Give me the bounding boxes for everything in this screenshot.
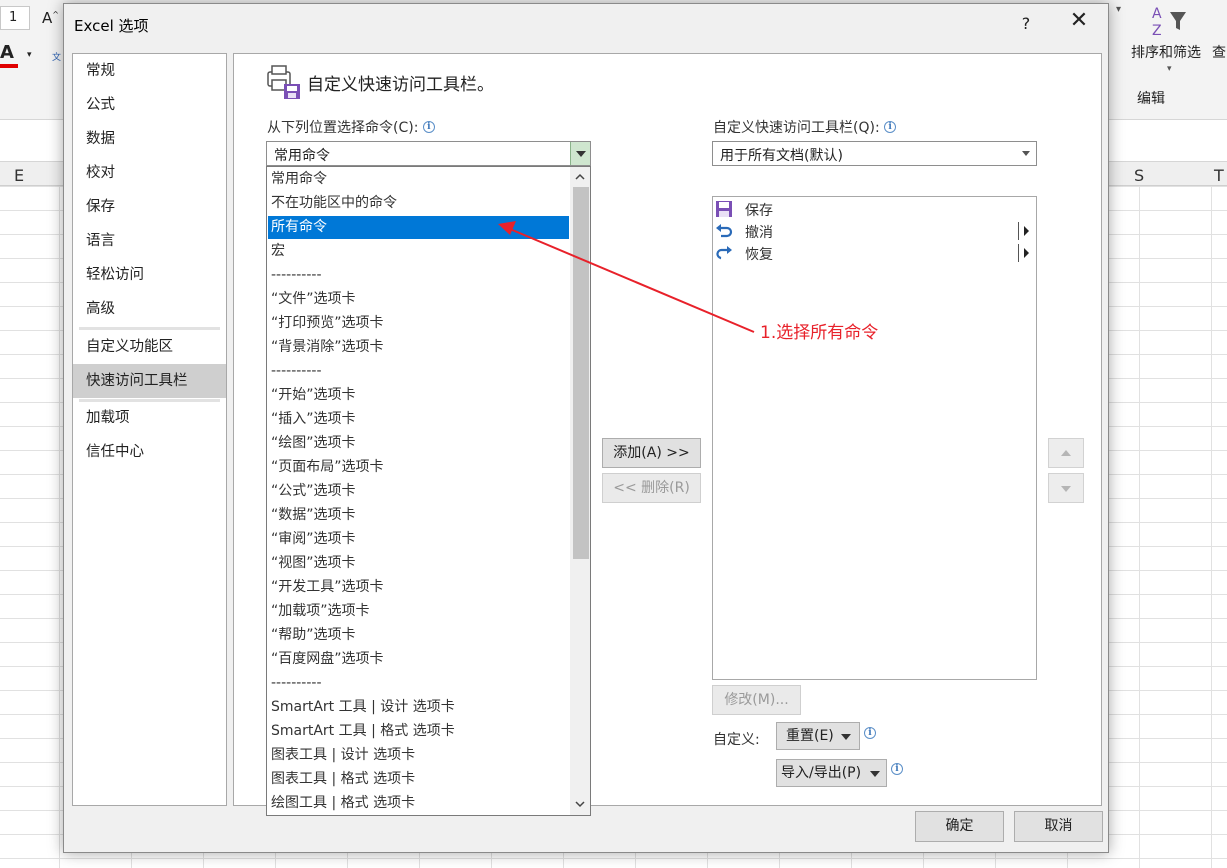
customize-row-label: 自定义: — [713, 732, 760, 748]
sort-filter-label[interactable]: 排序和筛选 — [1131, 42, 1201, 62]
dropdown-separator: ---------- — [271, 675, 322, 691]
svg-text:Z: Z — [1152, 23, 1162, 38]
nav-item-add-ins[interactable]: 加载项 — [73, 401, 226, 435]
info-icon: i — [422, 121, 435, 133]
nav-item-formulas[interactable]: 公式 — [73, 88, 226, 122]
dropdown-option[interactable]: “帮助”选项卡 — [268, 624, 569, 647]
font-color-bar — [0, 64, 18, 68]
dropdown-option[interactable]: 常用命令 — [268, 168, 569, 191]
find-select-label[interactable]: 查 — [1212, 42, 1226, 62]
nav-item-language[interactable]: 语言 — [73, 224, 226, 258]
close-icon[interactable]: ✕ — [1067, 10, 1091, 34]
nav-item-data[interactable]: 数据 — [73, 122, 226, 156]
modify-button[interactable]: 修改(M)... — [712, 685, 801, 715]
add-button[interactable]: 添加(A) >> — [602, 438, 701, 468]
reset-button[interactable]: 重置(E) — [776, 722, 860, 750]
sort-filter-icon[interactable]: A Z — [1148, 4, 1188, 39]
page-title: 自定义快速访问工具栏。 — [307, 75, 494, 95]
dropdown-option[interactable]: 图表工具 | 设计 选项卡 — [268, 744, 569, 767]
quick-access-toolbar-icon — [266, 62, 302, 100]
list-item[interactable]: 恢复 — [713, 242, 1036, 264]
dropdown-option[interactable]: “百度网盘”选项卡 — [268, 648, 569, 671]
choose-commands-combo[interactable]: 常用命令 — [266, 141, 591, 166]
choose-commands-label: 从下列位置选择命令(C): i — [267, 117, 435, 137]
chevron-down-icon[interactable] — [1022, 151, 1030, 156]
dropdown-option[interactable]: “页面布局”选项卡 — [268, 456, 569, 479]
move-up-button[interactable] — [1048, 438, 1084, 468]
ok-button[interactable]: 确定 — [915, 811, 1004, 842]
dropdown-option[interactable]: “视图”选项卡 — [268, 552, 569, 575]
import-export-button[interactable]: 导入/导出(P) — [776, 759, 887, 787]
dropdown-option[interactable]: “开发工具”选项卡 — [268, 576, 569, 599]
dropdown-option[interactable]: “审阅”选项卡 — [268, 528, 569, 551]
nav-item-save[interactable]: 保存 — [73, 190, 226, 224]
chevron-down-icon — [870, 771, 880, 777]
customize-toolbar-combo[interactable]: 用于所有文档(默认) — [712, 141, 1037, 166]
grow-font-icon[interactable]: A^ — [42, 9, 59, 27]
sort-filter-chevron-icon[interactable]: ▾ — [1167, 64, 1172, 74]
font-color-dropdown-icon[interactable]: ▾ — [27, 50, 32, 60]
chevron-down-icon — [841, 734, 851, 740]
expand-arrow-icon[interactable] — [1024, 226, 1029, 236]
chevron-down-icon[interactable] — [570, 142, 590, 165]
info-icon: i — [884, 121, 897, 133]
chevron-down-icon[interactable] — [575, 799, 585, 809]
options-nav: 常规 公式 数据 校对 保存 语言 轻松访问 高级 自定义功能区 快速访问工具栏… — [72, 53, 227, 806]
remove-button[interactable]: << 删除(R) — [602, 473, 701, 503]
dialog-title: Excel 选项 — [74, 17, 149, 35]
expand-arrow-icon[interactable] — [1024, 248, 1029, 258]
info-icon: i — [891, 763, 903, 775]
annotation-arrow — [498, 221, 755, 333]
nav-item-accessibility[interactable]: 轻松访问 — [73, 258, 226, 292]
dropdown-option[interactable]: “插入”选项卡 — [268, 408, 569, 431]
move-down-button[interactable] — [1048, 473, 1084, 503]
triangle-up-icon — [1061, 450, 1071, 456]
dropdown-option[interactable]: SmartArt 工具 | 格式 选项卡 — [268, 720, 569, 743]
dropdown-separator: ---------- — [271, 363, 322, 379]
font-size-box[interactable]: 1 — [0, 6, 30, 30]
triangle-down-icon — [1061, 486, 1071, 492]
dropdown-option[interactable]: “加载项”选项卡 — [268, 600, 569, 623]
dropdown-option[interactable]: “数据”选项卡 — [268, 504, 569, 527]
info-icon: i — [864, 727, 876, 739]
cancel-button[interactable]: 取消 — [1014, 811, 1103, 842]
nav-item-trust-center[interactable]: 信任中心 — [73, 435, 226, 469]
phonetic-icon[interactable]: 文 — [52, 50, 61, 63]
dropdown-option[interactable]: “开始”选项卡 — [268, 384, 569, 407]
column-header-e[interactable]: E — [14, 166, 24, 185]
customize-toolbar-label: 自定义快速访问工具栏(Q): i — [713, 117, 897, 137]
dropdown-option[interactable]: SmartArt 工具 | 设计 选项卡 — [268, 696, 569, 719]
column-header-t[interactable]: T — [1214, 166, 1224, 185]
list-item[interactable]: 撤消 — [713, 220, 1036, 242]
dropdown-option[interactable]: 图表工具 | 格式 选项卡 — [268, 768, 569, 791]
nav-item-general[interactable]: 常规 — [73, 54, 226, 88]
edit-group-label: 编辑 — [1137, 91, 1165, 107]
dropdown-option[interactable]: “绘图”选项卡 — [268, 432, 569, 455]
annotation-text: 1.选择所有命令 — [760, 323, 879, 343]
column-header-s[interactable]: S — [1134, 166, 1144, 185]
svg-text:A: A — [1152, 6, 1162, 22]
help-button[interactable]: ? — [1017, 14, 1035, 33]
toolbar-commands-list: 保存 撤消 恢复 — [712, 196, 1037, 680]
list-item[interactable]: 保存 — [713, 198, 1036, 220]
nav-item-customize-ribbon[interactable]: 自定义功能区 — [73, 330, 226, 364]
dropdown-option[interactable]: 绘图工具 | 格式 选项卡 — [268, 792, 569, 815]
font-color-icon[interactable]: A — [0, 42, 14, 63]
nav-item-proofing[interactable]: 校对 — [73, 156, 226, 190]
nav-item-quick-access-toolbar[interactable]: 快速访问工具栏 — [73, 364, 226, 398]
dropdown-option[interactable]: 不在功能区中的命令 — [268, 192, 569, 215]
dropdown-option[interactable]: “公式”选项卡 — [268, 480, 569, 503]
chevron-up-icon[interactable] — [575, 172, 585, 182]
ribbon-collapse-icon[interactable]: ▾ — [1116, 4, 1121, 15]
nav-item-advanced[interactable]: 高级 — [73, 292, 226, 326]
